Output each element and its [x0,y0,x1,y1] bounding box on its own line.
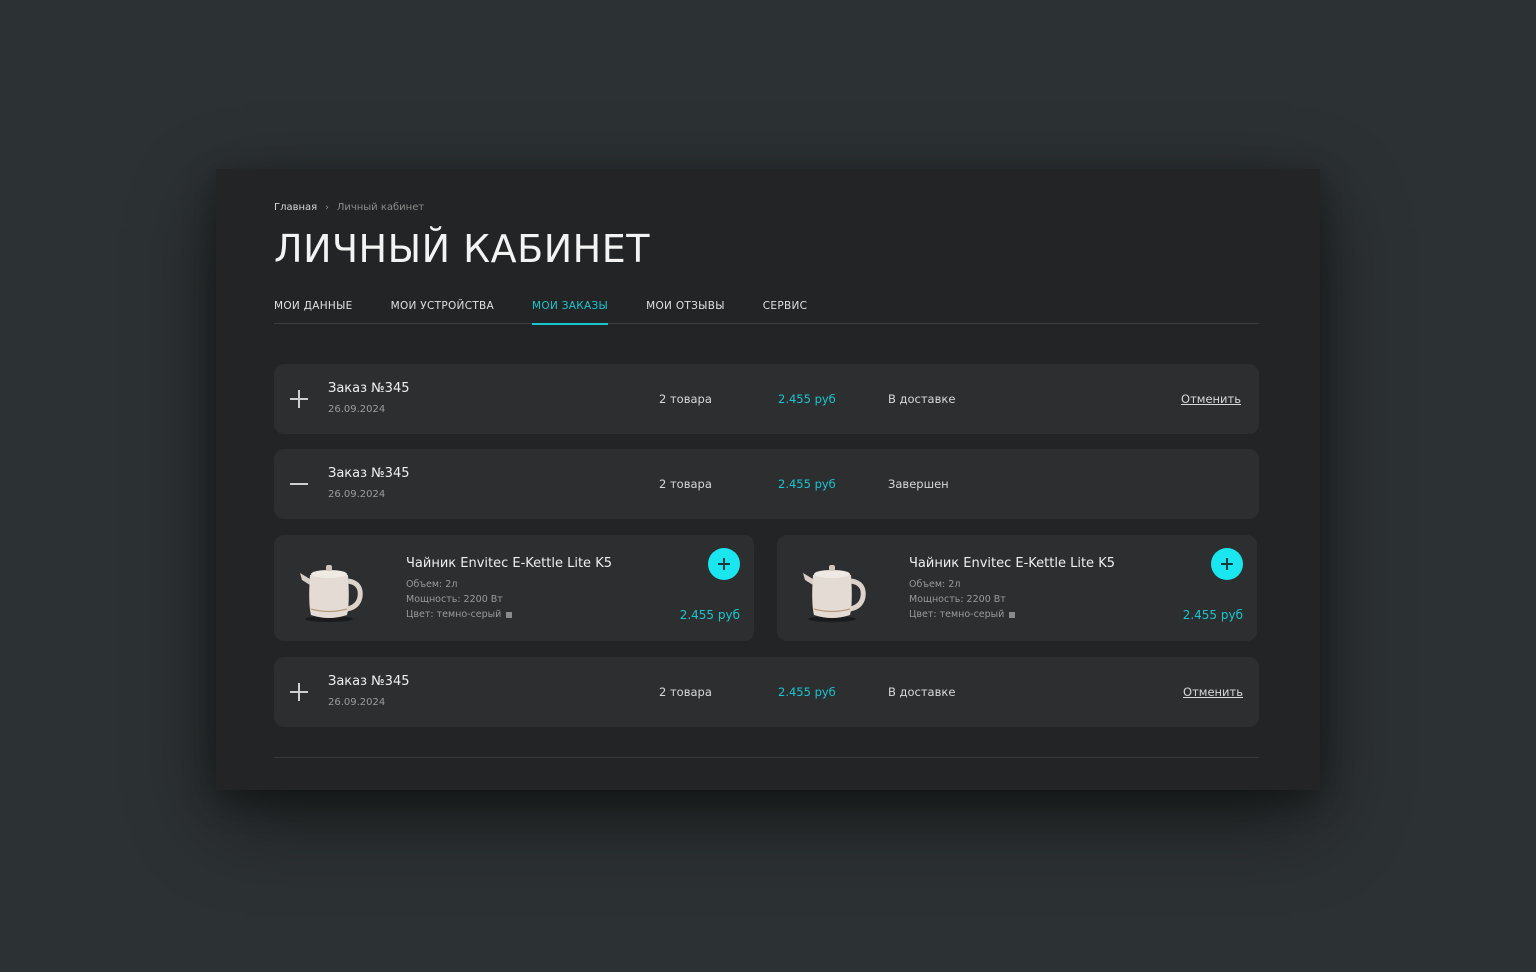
chevron-right-icon: › [325,202,329,213]
product-power: Мощность: 2200 Вт [406,594,503,605]
product-color-label: Цвет: темно-серый [909,609,1005,620]
order-row[interactable]: Заказ №345 26.09.2024 2 товара 2.455 руб… [274,657,1259,727]
product-price: 2.455 руб [1182,608,1243,622]
tabs: МОИ ДАННЫЕ МОИ УСТРОЙСТВА МОИ ЗАКАЗЫ МОИ… [274,295,1259,325]
tab-my-devices[interactable]: МОИ УСТРОЙСТВА [391,295,494,324]
plus-icon[interactable] [288,388,310,410]
order-date: 26.09.2024 [328,404,386,415]
tab-my-data[interactable]: МОИ ДАННЫЕ [274,295,353,324]
order-status: В доставке [888,392,956,406]
product-volume: Объем: 2л [909,579,961,590]
cancel-order-link[interactable]: Отменить [1181,392,1241,406]
tab-my-orders[interactable]: МОИ ЗАКАЗЫ [532,295,609,325]
breadcrumb: Главная › Личный кабинет [274,202,424,213]
kettle-image [803,565,866,622]
order-title: Заказ №345 [328,674,410,689]
order-title: Заказ №345 [328,466,410,481]
order-row[interactable]: Заказ №345 26.09.2024 2 товара 2.455 руб… [274,449,1259,519]
kettle-image [300,565,363,622]
breadcrumb-home-link[interactable]: Главная [274,202,317,213]
breadcrumb-current: Личный кабинет [336,202,425,213]
add-to-cart-button[interactable] [1211,548,1243,580]
account-panel: Главная › Личный кабинет ЛИЧНЫЙ КАБИНЕТ … [216,169,1320,790]
order-price: 2.455 руб [778,477,836,491]
product-card: Чайник Envitec E-Kettle Lite K5 Объем: 2… [777,535,1257,641]
order-row[interactable]: Заказ №345 26.09.2024 2 товара 2.455 руб… [274,364,1259,434]
product-card: Чайник Envitec E-Kettle Lite K5 Объем: 2… [274,535,754,641]
order-status: В доставке [888,685,956,699]
product-volume: Объем: 2л [406,579,458,590]
tab-my-reviews[interactable]: МОИ ОТЗЫВЫ [646,295,725,324]
order-item-count: 2 товара [659,392,712,406]
order-status: Завершен [888,477,949,491]
cancel-order-link[interactable]: Отменить [1183,685,1243,699]
order-title: Заказ №345 [328,381,410,396]
page-title: ЛИЧНЫЙ КАБИНЕТ [274,227,650,271]
order-date: 26.09.2024 [328,489,386,500]
product-name[interactable]: Чайник Envitec E-Kettle Lite K5 [909,556,1115,571]
order-price: 2.455 руб [778,685,836,699]
color-swatch [506,611,513,618]
product-color: Цвет: темно-серый [406,609,513,620]
minus-icon[interactable] [288,473,310,495]
product-color-label: Цвет: темно-серый [406,609,502,620]
product-price: 2.455 руб [679,608,740,622]
divider [274,757,1259,758]
order-date: 26.09.2024 [328,697,386,708]
order-item-count: 2 товара [659,685,712,699]
product-color: Цвет: темно-серый [909,609,1016,620]
plus-icon[interactable] [288,681,310,703]
order-price: 2.455 руб [778,392,836,406]
add-to-cart-button[interactable] [708,548,740,580]
order-item-count: 2 товара [659,477,712,491]
product-name[interactable]: Чайник Envitec E-Kettle Lite K5 [406,556,612,571]
tab-service[interactable]: СЕРВИС [763,295,808,324]
product-power: Мощность: 2200 Вт [909,594,1006,605]
color-swatch [1009,611,1016,618]
